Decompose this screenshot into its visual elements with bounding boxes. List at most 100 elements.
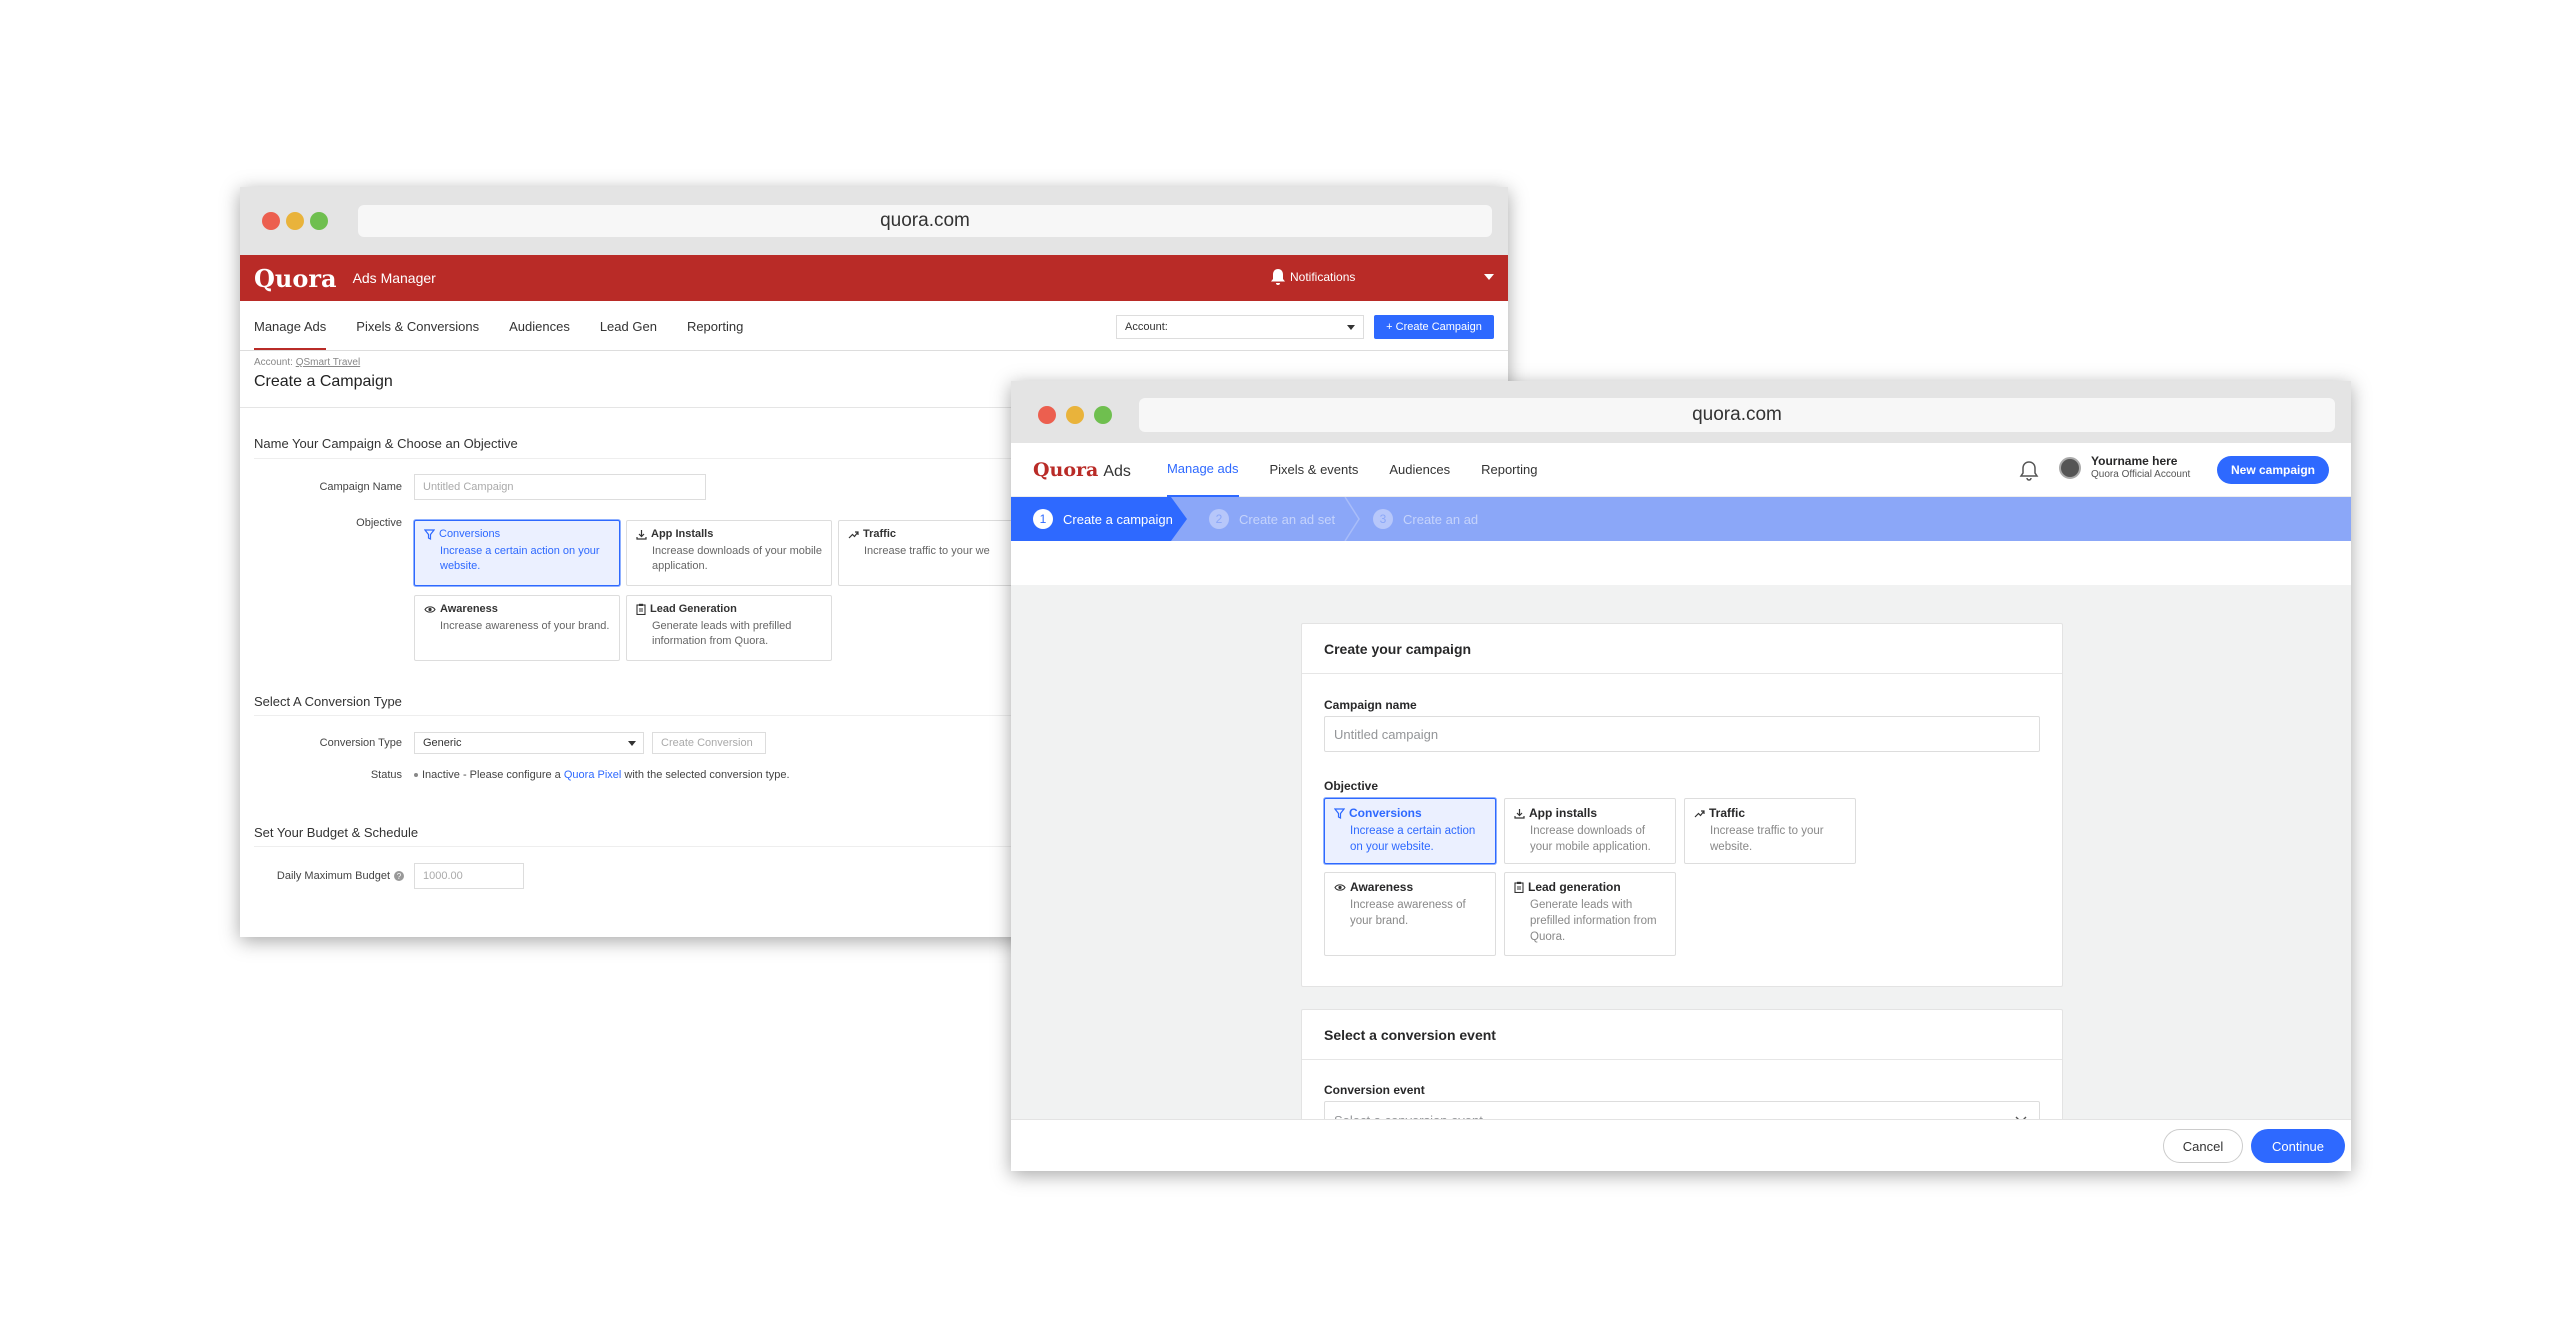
conversion-type-select[interactable]: Generic: [414, 732, 644, 754]
campaign-name-input[interactable]: Untitled campaign: [1324, 716, 2040, 752]
status-text-1: Inactive - Please configure a: [422, 769, 561, 781]
section-budget-schedule: Set Your Budget & Schedule: [254, 825, 419, 840]
trend-icon: [1694, 809, 1705, 817]
tab-audiences[interactable]: Audiences: [509, 319, 570, 350]
objective-title: Lead generation: [1528, 880, 1621, 894]
objective-traffic[interactable]: Traffic Increase traffic to your website…: [1684, 798, 1856, 864]
objective-title: Lead Generation: [650, 603, 737, 615]
objective-title: Awareness: [1350, 880, 1414, 894]
budget-input[interactable]: 1000.00: [414, 863, 524, 889]
objective-title: Traffic: [863, 528, 897, 540]
quora-logo[interactable]: Quora: [254, 264, 337, 293]
avatar[interactable]: [2059, 457, 2081, 479]
campaign-name-input[interactable]: Untitled Campaign: [414, 474, 706, 500]
chevron-down-icon: [628, 741, 636, 746]
account-select[interactable]: Account:: [1116, 315, 1364, 339]
new-ads-manager-window: quora.com Quora Ads Manage ads Pixels & …: [1011, 381, 2351, 1171]
objective-title: Conversions: [1349, 806, 1422, 820]
browser-chrome: quora.com: [240, 187, 1508, 255]
objective-conversions[interactable]: Conversions Increase a certain action on…: [414, 520, 620, 586]
objective-title: Awareness: [440, 603, 498, 615]
tab-reporting[interactable]: Reporting: [687, 319, 743, 350]
objective-lead-generation[interactable]: Lead Generation Generate leads with pref…: [626, 595, 832, 661]
minimize-dot[interactable]: [286, 212, 304, 230]
page-title: Create a Campaign: [254, 373, 393, 390]
objective-desc: Increase awareness of your brand.: [440, 620, 610, 632]
funnel-icon: [424, 528, 435, 540]
url-bar[interactable]: quora.com: [1139, 398, 2335, 432]
quora-logo: Quora: [1033, 458, 1099, 481]
info-icon[interactable]: ?: [394, 871, 404, 881]
objective-title: App installs: [1529, 806, 1598, 820]
step-create-ad[interactable]: 3 Create an ad: [1373, 497, 1478, 541]
continue-button[interactable]: Continue: [2251, 1129, 2345, 1163]
notifications-button[interactable]: Notifications: [1270, 268, 1355, 286]
status-text-2: with the selected conversion type.: [624, 769, 790, 781]
objective-app-installs[interactable]: App Installs Increase downloads of your …: [626, 520, 832, 586]
objective-title: Traffic: [1709, 806, 1746, 820]
stepper: 1 Create a campaign 2 Create an ad set 3…: [1011, 497, 2351, 541]
maximize-dot[interactable]: [1094, 406, 1112, 424]
step-label: Create a campaign: [1063, 511, 1173, 527]
sub-nav: Manage Ads Pixels & Conversions Audience…: [240, 301, 1508, 351]
status-label: Status: [370, 769, 402, 781]
objective-awareness[interactable]: Awareness Increase awareness of your bra…: [1324, 872, 1496, 956]
eye-icon: [424, 605, 436, 613]
objective-lead-generation[interactable]: Lead generation Generate leads with pref…: [1504, 872, 1676, 956]
chevron-down-icon: [1347, 325, 1355, 330]
objective-app-installs[interactable]: App installs Increase downloads of your …: [1504, 798, 1676, 864]
tab-manage-ads[interactable]: Manage ads: [1166, 443, 1239, 497]
account-breadcrumb: Account: QSmart Travel: [254, 357, 360, 368]
caret-down-icon[interactable]: [1484, 274, 1494, 280]
step-create-ad-set[interactable]: 2 Create an ad set: [1209, 497, 1335, 541]
tab-reporting[interactable]: Reporting: [1481, 443, 1537, 497]
minimize-dot[interactable]: [1066, 406, 1084, 424]
tab-pixels-events[interactable]: Pixels & events: [1270, 443, 1359, 497]
step-number: 1: [1033, 509, 1053, 529]
tab-audiences[interactable]: Audiences: [1389, 443, 1450, 497]
account-prefix: Account:: [254, 357, 293, 368]
objective-desc: Increase traffic to your we: [864, 545, 990, 557]
bell-icon[interactable]: [2019, 460, 2039, 482]
campaign-name-label: Campaign Name: [319, 481, 402, 493]
user-info[interactable]: Yourname here Quora Official Account: [2091, 455, 2190, 481]
objective-title: App Installs: [651, 528, 714, 540]
tab-pixels-conversions[interactable]: Pixels & Conversions: [356, 319, 479, 350]
objective-conversions[interactable]: Conversions Increase a certain action on…: [1324, 798, 1496, 864]
step-number: 2: [1209, 509, 1229, 529]
step-number: 3: [1373, 509, 1393, 529]
conversion-type-label: Conversion Type: [319, 737, 402, 749]
create-campaign-button[interactable]: + Create Campaign: [1374, 315, 1494, 339]
close-dot[interactable]: [1038, 406, 1056, 424]
budget-label-row: Daily Maximum Budget ?: [254, 870, 404, 882]
close-dot[interactable]: [262, 212, 280, 230]
footer-bar: Cancel Continue: [1011, 1119, 2351, 1171]
quora-pixel-link[interactable]: Quora Pixel: [564, 769, 621, 781]
download-icon: [1514, 808, 1525, 819]
create-conversion-button[interactable]: Create Conversion: [652, 732, 766, 754]
url-bar[interactable]: quora.com: [358, 205, 1492, 237]
objective-desc: Generate leads with prefilled informatio…: [652, 620, 792, 647]
brand[interactable]: Quora Ads: [1033, 459, 1131, 481]
funnel-icon: [1334, 807, 1345, 819]
section-conversion-type: Select A Conversion Type: [254, 694, 402, 709]
content-area: Create your campaign Campaign name Untit…: [1011, 585, 2351, 1171]
section-name-objective: Name Your Campaign & Choose an Objective: [254, 436, 518, 451]
panel-title: Create your campaign: [1302, 624, 2062, 674]
download-icon: [636, 529, 647, 540]
objective-awareness[interactable]: Awareness Increase awareness of your bra…: [414, 595, 620, 661]
new-campaign-button[interactable]: New campaign: [2217, 456, 2329, 484]
objective-label: Objective: [356, 517, 402, 529]
cancel-button[interactable]: Cancel: [2163, 1129, 2243, 1163]
tab-lead-gen[interactable]: Lead Gen: [600, 319, 657, 350]
campaign-name-label: Campaign name: [1324, 698, 1417, 712]
maximize-dot[interactable]: [310, 212, 328, 230]
create-campaign-panel: Create your campaign Campaign name Untit…: [1301, 623, 2063, 987]
status-text: Inactive - Please configure a Quora Pixe…: [414, 769, 790, 781]
tab-manage-ads[interactable]: Manage Ads: [254, 319, 327, 350]
status-dot: [414, 773, 418, 778]
step-create-campaign[interactable]: 1 Create a campaign: [1011, 497, 1187, 541]
notifications-label: Notifications: [1290, 270, 1356, 284]
eye-icon: [1334, 883, 1346, 891]
account-link[interactable]: QSmart Travel: [296, 357, 360, 368]
